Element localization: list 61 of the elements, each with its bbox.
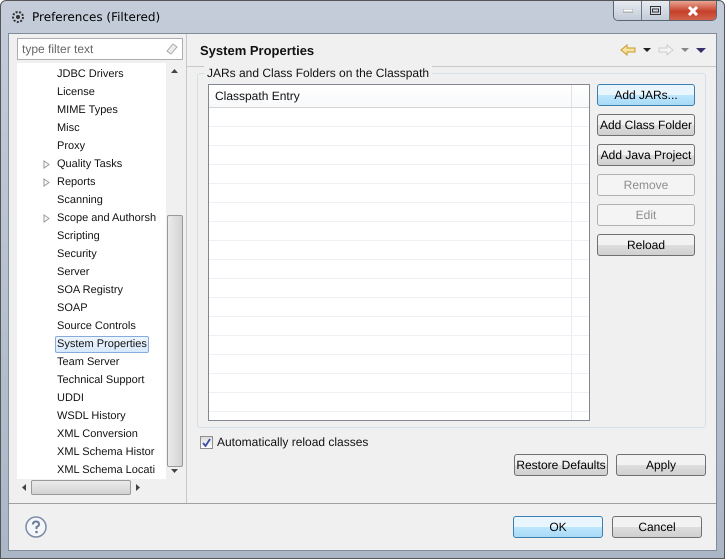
scrollbar-thumb[interactable] (166, 215, 182, 467)
minimize-button[interactable] (614, 1, 642, 20)
tree-item[interactable]: Team Server (55, 354, 122, 370)
maximize-icon (650, 6, 661, 15)
close-button[interactable] (670, 1, 716, 20)
tree-item[interactable]: WSDL History (55, 408, 128, 424)
help-icon[interactable] (25, 516, 47, 538)
checkbox-label: Automatically reload classes (217, 435, 368, 449)
tree-item[interactable]: Server (55, 264, 92, 280)
page-title: System Properties (200, 42, 314, 58)
tree-item[interactable]: Security (55, 246, 99, 262)
window-title: Preferences (Filtered) (32, 10, 160, 24)
tree-item[interactable]: Quality Tasks (55, 156, 124, 172)
horizontal-scrollbar[interactable] (17, 479, 183, 496)
tree-item[interactable]: SOAP (55, 300, 90, 316)
scroll-down-icon (171, 469, 178, 473)
scroll-right-icon (136, 484, 140, 491)
tree-item[interactable]: Proxy (55, 138, 88, 154)
eraser-icon (166, 43, 178, 55)
close-icon (687, 6, 699, 16)
dialog-button[interactable]: Cancel (612, 516, 702, 538)
side-button[interactable]: Reload (597, 234, 695, 256)
page-button[interactable]: Restore Defaults (514, 454, 608, 476)
tree-item[interactable]: Reports (55, 174, 98, 190)
minimize-icon (622, 8, 632, 12)
tree-item[interactable]: XML Conversion (55, 426, 140, 442)
view-menu-icon[interactable] (696, 48, 706, 52)
dialog-button[interactable]: OK (513, 516, 603, 538)
gear-icon (10, 9, 26, 25)
vertical-scrollbar[interactable] (166, 63, 183, 479)
tree-item[interactable]: Scanning (55, 192, 105, 208)
tree-item[interactable]: Source Controls (55, 318, 138, 334)
filter-field[interactable]: type filter text (17, 38, 183, 60)
expand-icon[interactable] (43, 160, 50, 168)
tree-item[interactable]: XML Schema Histor (55, 444, 156, 460)
back-arrow-icon[interactable] (620, 44, 636, 56)
group-title: JARs and Class Folders on the Classpath (204, 66, 432, 80)
tree-item[interactable]: Misc (55, 120, 82, 136)
side-button[interactable]: Add Class Folder (597, 114, 695, 136)
checkbox[interactable] (200, 436, 213, 448)
tree-item[interactable]: MIME Types (55, 102, 120, 118)
tree-item[interactable]: XML Schema Locati (55, 462, 158, 478)
tree-item[interactable]: JDBC Drivers (55, 66, 126, 82)
tree-item[interactable]: License (55, 84, 97, 100)
tree-item[interactable]: Scope and Authorsh (55, 210, 158, 226)
scroll-left-icon (22, 484, 26, 491)
scroll-up-icon (171, 69, 178, 73)
tree-item[interactable]: UDDI (55, 390, 86, 406)
page-button[interactable]: Apply (616, 454, 706, 476)
forward-arrow-icon[interactable] (658, 44, 674, 56)
side-button[interactable]: Add JARs... (597, 84, 695, 106)
scrollbar-thumb[interactable] (31, 480, 131, 495)
expand-icon[interactable] (43, 178, 50, 186)
dropdown-icon[interactable] (643, 48, 651, 52)
expand-icon[interactable] (43, 214, 50, 222)
tree-item[interactable]: Technical Support (55, 372, 146, 388)
maximize-button[interactable] (642, 1, 670, 20)
tree-item[interactable]: SOA Registry (55, 282, 126, 298)
tree-item[interactable]: System Properties (55, 336, 149, 352)
side-button[interactable]: Add Java Project (597, 144, 695, 166)
tree-item[interactable]: Scripting (55, 228, 102, 244)
